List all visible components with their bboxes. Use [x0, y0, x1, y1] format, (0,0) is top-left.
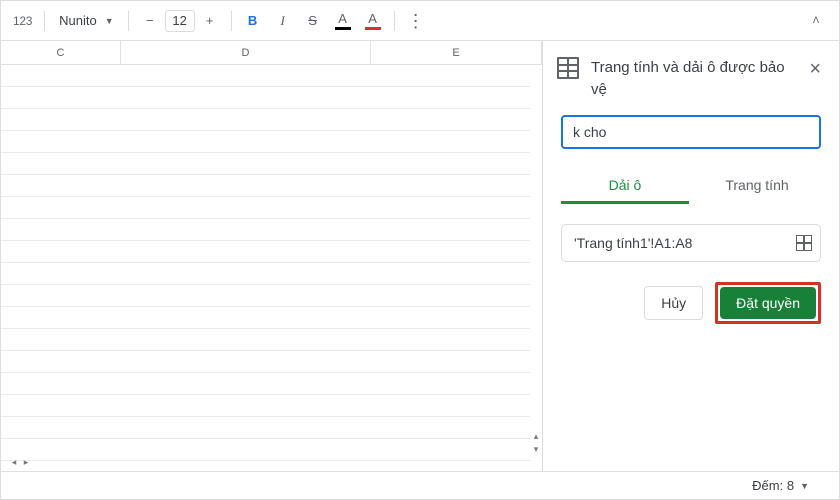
horizontal-scrollbar[interactable]: ◂ ▸	[9, 456, 528, 469]
set-permissions-button[interactable]: Đặt quyền	[720, 287, 816, 319]
grid-row[interactable]	[1, 153, 530, 175]
font-name-label: Nunito	[59, 13, 97, 28]
italic-button[interactable]: I	[270, 7, 296, 35]
separator	[128, 11, 129, 31]
highlight-box: Đặt quyền	[715, 282, 821, 324]
bold-button[interactable]: B	[240, 7, 266, 35]
spreadsheet-area: C D E ▴ ▾ ◂ ▸	[1, 41, 543, 471]
grid-row[interactable]	[1, 131, 530, 153]
grid-row[interactable]	[1, 219, 530, 241]
grid-rows	[1, 65, 530, 461]
close-icon[interactable]: ×	[805, 57, 825, 81]
fill-color-button[interactable]: A	[360, 7, 386, 35]
sheet-icon	[557, 57, 579, 79]
cancel-button[interactable]: Hủy	[644, 286, 703, 320]
font-size-group: − +	[137, 7, 223, 35]
column-header[interactable]: D	[121, 41, 371, 64]
grid-row[interactable]	[1, 241, 530, 263]
sidepanel-header: Trang tính và dải ô được bảo vệ ×	[543, 41, 839, 111]
increase-font-size-button[interactable]: +	[197, 7, 223, 35]
grid-row[interactable]	[1, 417, 530, 439]
tab-range[interactable]: Dải ô	[561, 167, 689, 204]
description-input[interactable]	[561, 115, 821, 149]
main-area: C D E ▴ ▾ ◂ ▸ Trang tính và dải ô được b…	[1, 41, 839, 471]
sidepanel-body: Dải ô Trang tính 'Trang tính1'!A1:A8 Hủy…	[543, 111, 839, 340]
grid-row[interactable]	[1, 307, 530, 329]
sidepanel-title: Trang tính và dải ô được bảo vệ	[591, 57, 793, 101]
protect-sheets-sidepanel: Trang tính và dải ô được bảo vệ × Dải ô …	[543, 41, 839, 471]
status-bar: Đếm: 8 ▼	[1, 471, 839, 499]
scroll-up-icon[interactable]: ▴	[530, 431, 542, 442]
chevron-down-icon: ▼	[800, 481, 809, 491]
grid-row[interactable]	[1, 395, 530, 417]
collapse-toolbar-button[interactable]: ᐱ	[803, 7, 829, 35]
count-label: Đếm: 8	[752, 478, 794, 493]
grid-row[interactable]	[1, 65, 530, 87]
grid-row[interactable]	[1, 373, 530, 395]
cell-grid[interactable]: ▴ ▾ ◂ ▸	[1, 65, 542, 471]
separator	[394, 11, 395, 31]
grid-row[interactable]	[1, 285, 530, 307]
status-count[interactable]: Đếm: 8 ▼	[752, 478, 809, 493]
more-options-button[interactable]: ⋮	[403, 7, 429, 35]
grid-row[interactable]	[1, 109, 530, 131]
number-format-button[interactable]: 123	[9, 7, 36, 35]
grid-row[interactable]	[1, 87, 530, 109]
action-buttons: Hủy Đặt quyền	[561, 282, 821, 324]
column-header[interactable]: E	[371, 41, 542, 64]
decrease-font-size-button[interactable]: −	[137, 7, 163, 35]
select-range-icon[interactable]	[796, 235, 812, 251]
column-header[interactable]: C	[1, 41, 121, 64]
text-color-button[interactable]: A	[330, 7, 356, 35]
scroll-left-icon[interactable]: ◂	[9, 458, 19, 468]
tab-sheet[interactable]: Trang tính	[693, 167, 821, 204]
chevron-up-icon: ᐱ	[813, 15, 819, 26]
grid-row[interactable]	[1, 175, 530, 197]
fill-color-letter: A	[368, 11, 377, 26]
separator	[231, 11, 232, 31]
scroll-down-icon[interactable]: ▾	[530, 444, 542, 455]
grid-row[interactable]	[1, 197, 530, 219]
text-color-swatch	[335, 27, 351, 30]
range-value: 'Trang tính1'!A1:A8	[574, 235, 692, 251]
grid-row[interactable]	[1, 351, 530, 373]
scroll-right-icon[interactable]: ▸	[21, 458, 31, 468]
font-size-input[interactable]	[165, 10, 195, 32]
font-family-dropdown[interactable]: Nunito ▼	[53, 7, 120, 35]
separator	[44, 11, 45, 31]
strikethrough-button[interactable]: S	[300, 7, 326, 35]
fill-color-swatch	[365, 27, 381, 30]
chevron-down-icon: ▼	[105, 16, 114, 26]
column-headers: C D E	[1, 41, 542, 65]
tabs: Dải ô Trang tính	[561, 167, 821, 204]
vertical-scrollbar[interactable]: ▴ ▾	[530, 65, 542, 457]
text-color-letter: A	[338, 11, 347, 26]
toolbar: 123 Nunito ▼ − + B I S A A ⋮ ᐱ	[1, 1, 839, 41]
grid-row[interactable]	[1, 263, 530, 285]
range-input-box[interactable]: 'Trang tính1'!A1:A8	[561, 224, 821, 262]
grid-row[interactable]	[1, 329, 530, 351]
